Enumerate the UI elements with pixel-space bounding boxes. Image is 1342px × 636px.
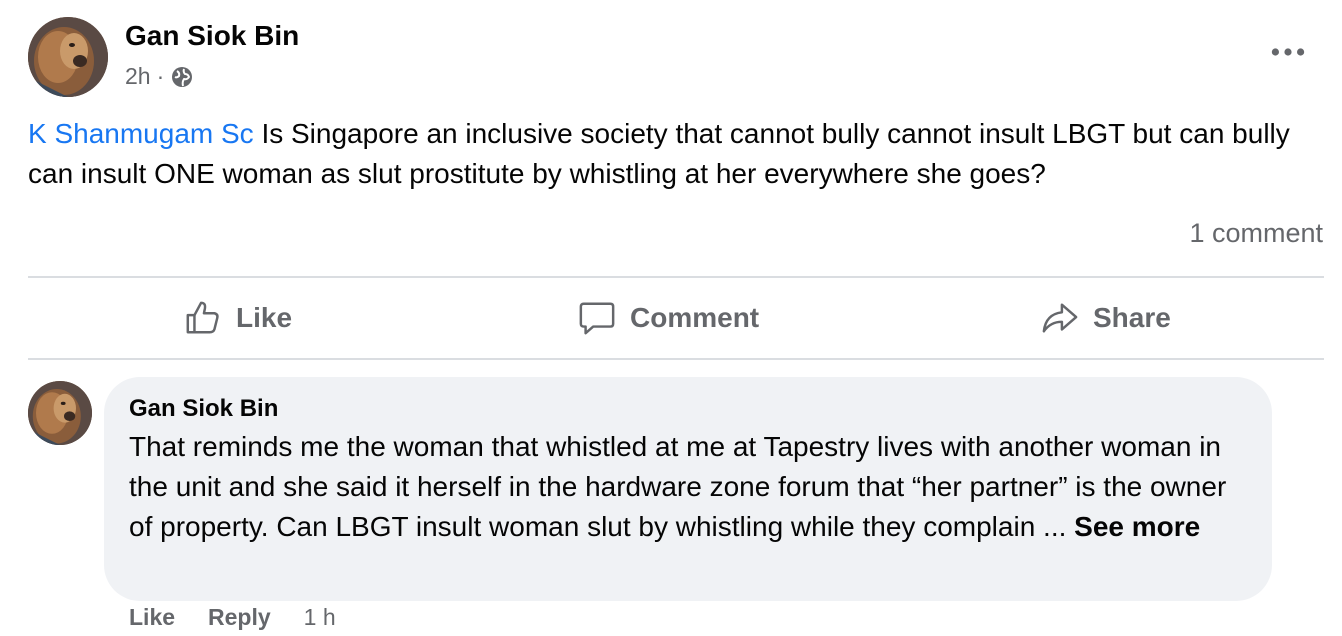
post-action-bar: Like Comment Share: [28, 278, 1324, 358]
post-meta: 2h ·: [125, 63, 194, 90]
share-button[interactable]: Share: [1041, 278, 1171, 358]
share-label: Share: [1093, 302, 1171, 333]
post-body: K Shanmugam Sc Is Singapore an inclusive…: [28, 114, 1318, 194]
comment-count-link[interactable]: 1 comment: [1189, 218, 1323, 249]
facebook-post: Gan Siok Bin 2h · K Shanmugam Sc Is Sing…: [0, 0, 1342, 636]
comment-timestamp[interactable]: 1 h: [304, 604, 336, 631]
see-more-link[interactable]: See more: [1074, 511, 1200, 542]
speech-bubble-icon: [579, 302, 615, 335]
comment-author-name[interactable]: Gan Siok Bin: [129, 395, 278, 423]
share-arrow-icon: [1042, 303, 1078, 333]
comment-reply-button[interactable]: Reply: [208, 604, 271, 631]
mention-link[interactable]: K Shanmugam Sc: [28, 118, 254, 149]
like-button[interactable]: Like: [184, 278, 292, 358]
lion-avatar-image: [28, 17, 108, 97]
comment-button[interactable]: Comment: [578, 278, 759, 358]
comment-text: That reminds me the woman that whistled …: [129, 427, 1249, 547]
comment-like-button[interactable]: Like: [129, 604, 175, 631]
like-label: Like: [236, 302, 293, 333]
comment-author-avatar[interactable]: [28, 381, 92, 445]
comment-body: That reminds me the woman that whistled …: [129, 431, 1227, 542]
more-dots-icon[interactable]: [1268, 42, 1308, 62]
thumbs-up-icon: [186, 301, 219, 334]
globe-icon[interactable]: [170, 65, 194, 89]
lion-avatar-image: [28, 381, 92, 445]
post-author-avatar[interactable]: [28, 17, 108, 97]
comment-actions: Like Reply 1 h: [129, 604, 336, 631]
meta-separator: ·: [156, 63, 165, 89]
action-bar-divider-bottom: [28, 358, 1324, 360]
comment-label: Comment: [630, 302, 760, 333]
comment-bubble: Gan Siok Bin That reminds me the woman t…: [104, 377, 1272, 601]
post-timestamp[interactable]: 2h: [125, 63, 151, 90]
post-author-name[interactable]: Gan Siok Bin: [125, 20, 299, 52]
